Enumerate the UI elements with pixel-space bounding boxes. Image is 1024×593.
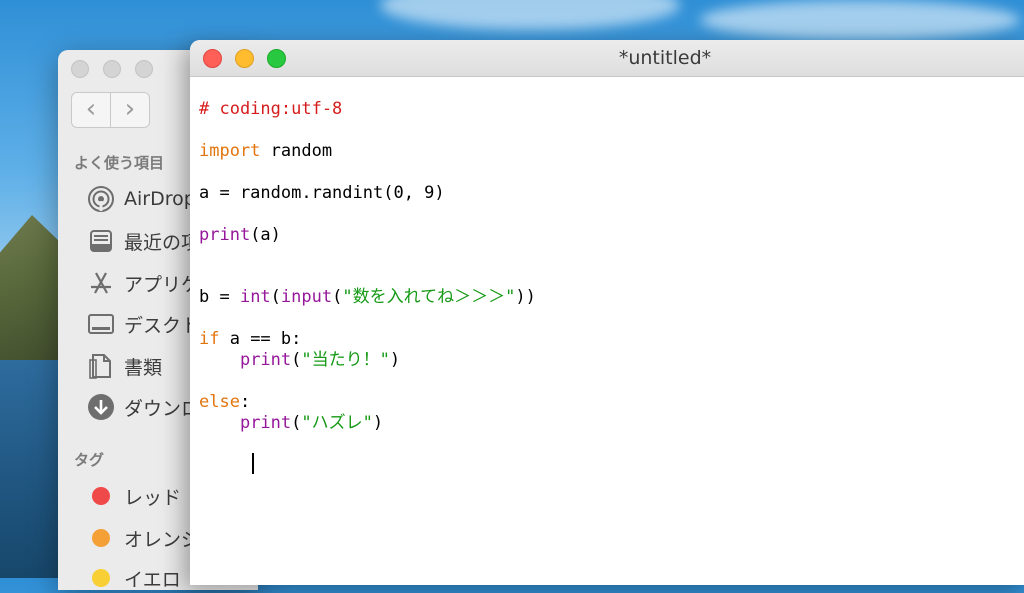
- code-token: (: [291, 350, 302, 370]
- builtin-token: print: [199, 225, 251, 245]
- code-token: ): [372, 413, 384, 433]
- string-token: "当たり！": [301, 350, 390, 370]
- tag-color-dot: [92, 569, 110, 587]
- desktop-icon: [86, 309, 116, 339]
- airdrop-icon: [86, 184, 116, 214]
- sidebar-item-label: 書類: [124, 356, 163, 379]
- code-line: a = random.randint(0, 9): [199, 182, 445, 204]
- code-token: )): [515, 287, 536, 307]
- keyword-token: import: [199, 141, 261, 161]
- forward-button[interactable]: ›: [110, 93, 149, 127]
- sidebar-tag-label: オレンジ: [124, 528, 201, 551]
- sidebar-item-documents[interactable]: 書類: [86, 351, 162, 381]
- keyword-token: else: [199, 392, 240, 412]
- code-token: :: [239, 392, 251, 412]
- code-token: (: [270, 287, 281, 307]
- finder-minimize-button[interactable]: [103, 60, 121, 78]
- code-token: a == b:: [219, 329, 302, 349]
- builtin-token: int: [239, 287, 271, 307]
- text-caret: [252, 453, 254, 474]
- cloud: [700, 0, 1020, 40]
- cloud: [380, 0, 680, 30]
- editor-titlebar[interactable]: *untitled*: [190, 40, 1024, 77]
- sidebar-item-label: AirDrop: [124, 188, 196, 210]
- finder-zoom-button[interactable]: [135, 60, 153, 78]
- code-token: (: [291, 413, 302, 433]
- code-token: random: [260, 141, 333, 161]
- sidebar-item-label: 最近の項: [124, 231, 201, 254]
- code-token: ): [389, 350, 401, 370]
- sidebar-tag-yellow[interactable]: イエロ: [86, 563, 181, 593]
- documents-icon: [86, 351, 116, 381]
- string-token: "ハズレ": [301, 413, 373, 433]
- sidebar-item-downloads[interactable]: ダウンロ: [86, 392, 200, 422]
- builtin-token: print: [239, 350, 292, 370]
- code-token: (a): [250, 225, 281, 245]
- sidebar-tag-label: イエロ: [124, 568, 181, 591]
- sidebar-tag-orange[interactable]: オレンジ: [86, 523, 200, 553]
- applications-icon: [86, 268, 116, 298]
- sidebar-item-desktop[interactable]: デスクト: [86, 309, 200, 339]
- string-token: "数を入れてね＞＞＞": [342, 287, 516, 307]
- code-line: print("当たり！"): [199, 349, 400, 371]
- finder-close-button[interactable]: [71, 60, 89, 78]
- sidebar-item-airdrop[interactable]: AirDrop: [86, 184, 196, 214]
- code-editor[interactable]: # coding:utf-8 import random a = random.…: [199, 98, 1024, 585]
- sidebar-item-label: デスクト: [124, 314, 201, 337]
- code-token: (: [332, 287, 343, 307]
- builtin-token: input: [280, 287, 333, 307]
- window-title: *untitled*: [618, 47, 712, 69]
- sidebar-item-label: ダウンロ: [124, 397, 201, 420]
- tag-color-dot: [92, 529, 110, 547]
- code-line: else:: [199, 391, 250, 413]
- editor-window: *untitled* # coding:utf-8 import random …: [190, 40, 1024, 585]
- sidebar-item-applications[interactable]: アプリケ: [86, 268, 200, 298]
- code-line: if a == b:: [199, 328, 301, 350]
- code-line: print(a): [199, 224, 281, 246]
- code-line: import random: [199, 140, 332, 162]
- sidebar-tag-red[interactable]: レッド: [86, 481, 181, 511]
- code-token: a = random.randint(0, 9): [199, 183, 445, 203]
- sidebar-section-favorites: よく使う項目: [74, 154, 165, 172]
- recents-icon: [86, 226, 116, 256]
- back-button[interactable]: ‹: [72, 93, 110, 127]
- tag-color-dot: [92, 487, 110, 505]
- code-token: b =: [199, 287, 240, 307]
- finder-nav-buttons: ‹ ›: [71, 92, 150, 128]
- comment-token: # coding:utf-8: [199, 99, 343, 119]
- downloads-icon: [86, 392, 116, 422]
- sidebar-tag-label: レッド: [124, 486, 182, 509]
- sidebar-item-label: アプリケ: [124, 273, 201, 296]
- sidebar-item-recents[interactable]: 最近の項: [86, 226, 200, 256]
- keyword-token: if: [199, 329, 220, 349]
- code-line: # coding:utf-8: [199, 98, 342, 120]
- code-line: print("ハズレ"): [199, 412, 383, 434]
- code-line: b = int(input("数を入れてね＞＞＞")): [199, 286, 536, 308]
- sidebar-section-tags: タグ: [74, 451, 105, 469]
- builtin-token: print: [239, 413, 292, 433]
